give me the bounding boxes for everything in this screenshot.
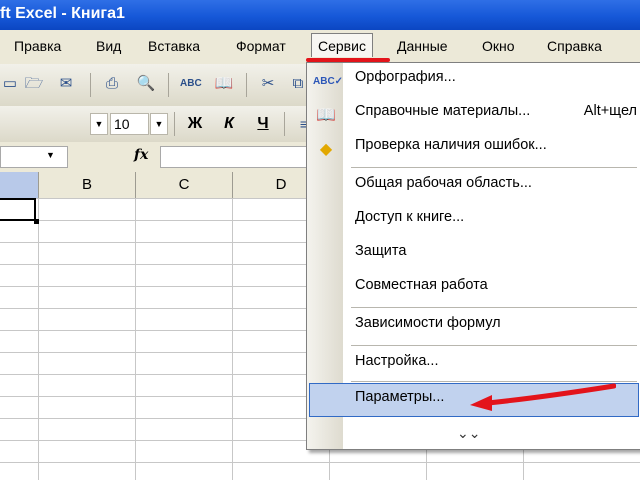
toolbar-separator [284, 112, 285, 136]
service-menu-item-2[interactable]: Проверка наличия ошибок... [355, 137, 547, 153]
cut-icon[interactable]: ✂ [258, 74, 278, 94]
toolbar-separator [168, 73, 169, 97]
menu-item-5[interactable]: Данные [397, 38, 448, 54]
service-menu-item-6[interactable]: Совместная работа [355, 277, 488, 293]
column-header-c[interactable]: C [136, 172, 233, 198]
menu-item-2[interactable]: Вставка [148, 38, 200, 54]
research-icon[interactable]: 📖 [214, 74, 234, 94]
grid-line [232, 198, 233, 480]
formula-input[interactable] [160, 146, 312, 168]
active-cell[interactable] [0, 198, 36, 221]
toolbar-separator [174, 112, 175, 136]
window-title: ft Excel - Книга1 [0, 5, 125, 22]
error-check-icon: ◆ [319, 141, 333, 158]
service-menu-item-7[interactable]: Зависимости формул [355, 315, 501, 331]
font-size-field[interactable]: 10 [110, 113, 149, 135]
menu-item-7[interactable]: Справка [547, 38, 602, 54]
open-icon[interactable]: 🗁 [24, 74, 44, 94]
grid-line [135, 198, 136, 480]
insert-function-button[interactable]: fx [134, 147, 148, 163]
annotation-arrow [470, 383, 616, 411]
toolbar-separator [246, 73, 247, 97]
service-menu-item-5[interactable]: Защита [355, 243, 406, 259]
permission-icon[interactable]: ✉ [56, 74, 76, 94]
service-menu-item-0[interactable]: Орфография... [355, 69, 456, 85]
menu-separator [351, 345, 637, 346]
title-bar: ft Excel - Книга1 [0, 0, 640, 30]
service-menu-item-1[interactable]: Справочные материалы... [355, 103, 530, 119]
service-menu-shortcut-1: Alt+щел [583, 103, 637, 119]
italic-button[interactable]: К [218, 113, 240, 135]
print-preview-icon[interactable]: 🔍 [136, 74, 156, 94]
menu-item-6[interactable]: Окно [482, 38, 515, 54]
service-menu-item-8[interactable]: Настройка... [355, 353, 438, 369]
menu-separator [351, 167, 637, 168]
column-header-a[interactable] [0, 172, 39, 198]
fill-handle[interactable] [34, 219, 39, 224]
research-icon: 📖 [316, 107, 336, 124]
menu-separator [351, 307, 637, 308]
service-menu-item-3[interactable]: Общая рабочая область... [355, 175, 532, 191]
copy-icon[interactable]: ⧉ [288, 74, 308, 94]
menu-item-1[interactable]: Вид [96, 38, 121, 54]
spelling-icon[interactable]: ABC [180, 74, 202, 94]
font-size-value: 10 [114, 116, 130, 132]
menu-item-4[interactable]: Сервис [311, 33, 373, 57]
font-dropdown-arrow[interactable]: ▼ [90, 113, 108, 135]
print-icon[interactable]: ⎙ [102, 74, 122, 94]
new-icon[interactable]: ▭ [0, 74, 20, 94]
column-header-b[interactable]: B [39, 172, 136, 198]
service-menu-item-4[interactable]: Доступ к книге... [355, 209, 464, 225]
spelling-icon: ABC✓ [313, 76, 344, 87]
font-size-dropdown-arrow[interactable]: ▼ [150, 113, 168, 135]
bold-button[interactable]: Ж [184, 113, 206, 135]
menu-item-3[interactable]: Формат [236, 38, 286, 54]
expand-menu-chevron-icon[interactable]: ⌄⌄ [457, 425, 480, 442]
toolbar-separator [90, 73, 91, 97]
name-box-dropdown-icon[interactable]: ▼ [46, 150, 55, 160]
menu-item-0[interactable]: Правка [14, 38, 61, 54]
name-box[interactable] [0, 146, 68, 168]
service-menu-item-9[interactable]: Параметры... [355, 389, 444, 405]
underline-button[interactable]: Ч [252, 113, 274, 135]
